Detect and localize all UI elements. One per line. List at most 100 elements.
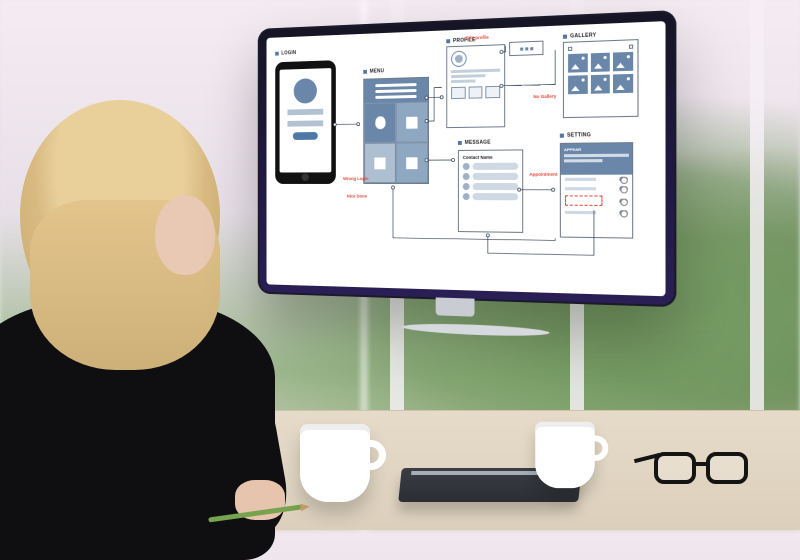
chat-bubble <box>473 183 519 190</box>
frame-label-setting: SETTING <box>560 132 591 139</box>
gear-icon <box>406 157 417 169</box>
frame-setting: APPEAR <box>560 142 633 239</box>
user-icon <box>375 116 385 129</box>
gallery-toolbar <box>568 45 633 51</box>
setting-row <box>561 175 632 184</box>
thumb-icon <box>451 87 465 99</box>
phone-mock-login <box>275 60 336 184</box>
avatar-icon <box>463 193 470 200</box>
login-button <box>293 132 318 140</box>
frame-profile <box>446 44 505 128</box>
gallery-tile <box>613 74 633 93</box>
message-row <box>463 163 518 170</box>
home-button-icon <box>302 173 309 181</box>
hamburger-icon <box>629 45 633 49</box>
setting-label: SETTING <box>567 132 591 139</box>
menu-bar-icon <box>375 94 416 98</box>
text-line <box>451 74 485 78</box>
square-icon <box>560 134 564 138</box>
message-row <box>463 183 518 190</box>
chat-bubble <box>473 163 519 170</box>
gallery-tile <box>568 75 587 94</box>
coffee-mug <box>535 422 595 488</box>
person-face <box>155 195 215 275</box>
view-toggle-icon <box>568 47 572 51</box>
menu-bar-icon <box>375 89 416 93</box>
message-row <box>463 193 518 200</box>
menu-label: MENU <box>370 68 384 74</box>
message-label: MESSAGE <box>465 140 491 146</box>
password-field <box>288 120 324 126</box>
menu-grid <box>364 102 428 183</box>
avatar-icon <box>463 163 470 170</box>
phone-screen <box>280 68 332 172</box>
gallery-tiles <box>568 52 633 94</box>
square-icon <box>458 141 462 145</box>
setting-section-label: APPEAR <box>564 146 629 152</box>
profile-thumbnails <box>451 86 500 99</box>
toggle-icon <box>619 198 628 203</box>
glasses-lens <box>706 452 748 484</box>
avatar-icon <box>463 173 470 180</box>
setting-row <box>561 208 632 218</box>
annot-edit-profile: Edit profile <box>466 35 489 41</box>
monitor-stand <box>402 296 509 342</box>
gallery-tile <box>591 53 611 72</box>
text-line <box>451 69 500 74</box>
frame-label-login: LOGIN <box>275 50 296 57</box>
square-icon <box>563 35 567 39</box>
monitor-bezel: LOGIN MENU <box>258 10 677 307</box>
annot-wrong-login: Wrong Login <box>343 176 368 181</box>
image-icon <box>406 116 417 128</box>
gallery-tile <box>568 53 587 72</box>
stand-neck <box>436 297 475 316</box>
frame-profile-action <box>509 41 543 57</box>
toggle-icon <box>619 177 628 182</box>
chat-bubble <box>473 173 519 180</box>
setting-row-highlight <box>561 193 632 208</box>
dot-icon <box>520 47 523 50</box>
ux-flow-canvas: LOGIN MENU <box>273 30 656 288</box>
coffee-mug <box>300 424 370 502</box>
profile-avatar-icon <box>451 51 467 68</box>
glasses-lens <box>654 452 696 484</box>
menu-bar-icon <box>375 83 416 87</box>
square-icon <box>275 52 279 56</box>
stand-base <box>402 322 549 338</box>
toggle-icon <box>619 210 628 215</box>
gallery-label: GALLERY <box>570 32 596 39</box>
imac-monitor: LOGIN MENU <box>240 20 670 345</box>
square-icon <box>363 70 367 74</box>
annot-nice-done: Nice Done <box>347 194 367 199</box>
frame-gallery <box>563 39 639 118</box>
gallery-tile <box>591 75 611 94</box>
message-header: Contact Name <box>463 155 518 160</box>
monitor-screen: LOGIN MENU <box>266 21 665 296</box>
frame-label-message: MESSAGE <box>458 140 491 146</box>
chat-bubble <box>473 193 519 200</box>
thumb-icon <box>468 86 482 98</box>
text-line <box>564 154 629 158</box>
frame-label-menu: MENU <box>363 68 384 75</box>
annot-no-gallery: No Gallery <box>533 94 556 100</box>
person-designer <box>0 60 280 530</box>
text-line <box>565 178 596 181</box>
annot-appointment: Appointment <box>529 172 557 177</box>
toggle-icon <box>619 186 628 191</box>
dot-icon <box>530 47 533 50</box>
dot-icon <box>525 47 528 50</box>
frame-menu <box>363 77 429 184</box>
text-line <box>564 159 603 162</box>
highlight-box <box>565 195 602 206</box>
text-line <box>565 187 596 190</box>
square-icon <box>446 39 450 43</box>
setting-row <box>561 184 632 193</box>
hamburger-header <box>364 78 428 103</box>
text-line <box>565 211 596 214</box>
thumb-icon <box>486 86 501 98</box>
text-line <box>451 79 475 83</box>
gallery-tile <box>613 52 633 71</box>
avatar-icon <box>294 78 317 104</box>
chat-icon <box>374 157 385 169</box>
frame-label-gallery: GALLERY <box>563 32 596 40</box>
